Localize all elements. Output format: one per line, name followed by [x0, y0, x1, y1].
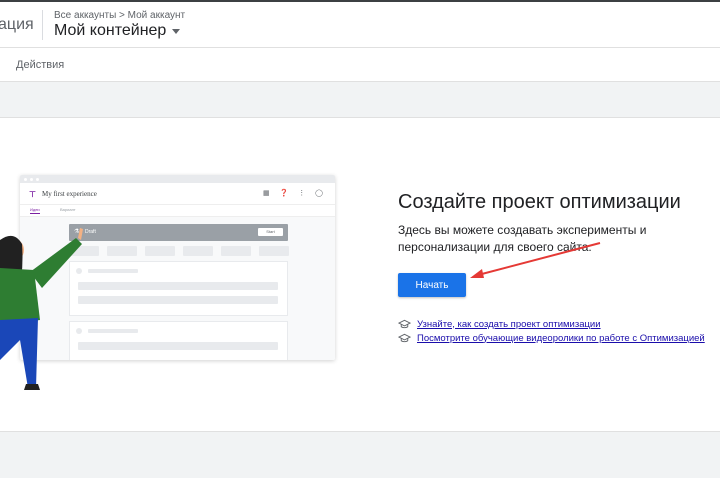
graduation-cap-icon — [398, 319, 411, 329]
dropdown-caret-icon — [172, 28, 181, 34]
toolbar-band — [0, 82, 720, 118]
help-link-create-project[interactable]: Узнайте, как создать проект оптимизации — [417, 319, 601, 330]
mock-pill — [259, 246, 289, 256]
header-divider — [42, 10, 43, 40]
help-links: Узнайте, как создать проект оптимизации … — [398, 317, 705, 345]
mock-section — [69, 261, 288, 316]
help-link-row: Посмотрите обучающие видеоролики по рабо… — [398, 331, 705, 345]
sub-navigation: Действия — [0, 48, 720, 82]
mock-draft-button: Start — [258, 228, 283, 236]
app-title: ация — [0, 16, 34, 33]
empty-state-card: ⊤ My first experience ▦ ❓ ⋮ ◯ Идеи Вариа… — [0, 118, 720, 432]
page-heading: Создайте проект оптимизации — [398, 191, 681, 213]
breadcrumb[interactable]: Все аккаунты > Мой аккаунт — [54, 10, 185, 21]
mock-header: ⊤ My first experience ▦ ❓ ⋮ ◯ — [20, 183, 335, 205]
app-header: ация Все аккаунты > Мой аккаунт Мой конт… — [0, 2, 720, 48]
help-link-videos[interactable]: Посмотрите обучающие видеоролики по рабо… — [417, 333, 705, 344]
graduation-cap-icon — [398, 333, 411, 343]
mock-pill — [221, 246, 251, 256]
bottom-band — [0, 432, 720, 478]
mock-title: My first experience — [42, 190, 97, 198]
mock-pill — [145, 246, 175, 256]
mock-header-icons: ▦ ❓ ⋮ ◯ — [263, 190, 327, 197]
start-button[interactable]: Начать — [398, 273, 466, 297]
mock-pill — [183, 246, 213, 256]
annotation-arrow — [470, 242, 601, 278]
mock-draft-bar: ⚗ Draft Start — [69, 224, 288, 241]
mock-window-chrome — [20, 175, 335, 183]
container-name: Мой контейнер — [54, 22, 167, 39]
actions-tab[interactable]: Действия — [16, 59, 64, 71]
mock-pill — [107, 246, 137, 256]
help-link-row: Узнайте, как создать проект оптимизации — [398, 317, 705, 331]
container-selector[interactable]: Мой контейнер — [54, 22, 181, 40]
person-illustration — [0, 228, 83, 390]
optimize-logo-icon: ⊤ — [29, 190, 36, 199]
mock-section — [69, 321, 288, 360]
